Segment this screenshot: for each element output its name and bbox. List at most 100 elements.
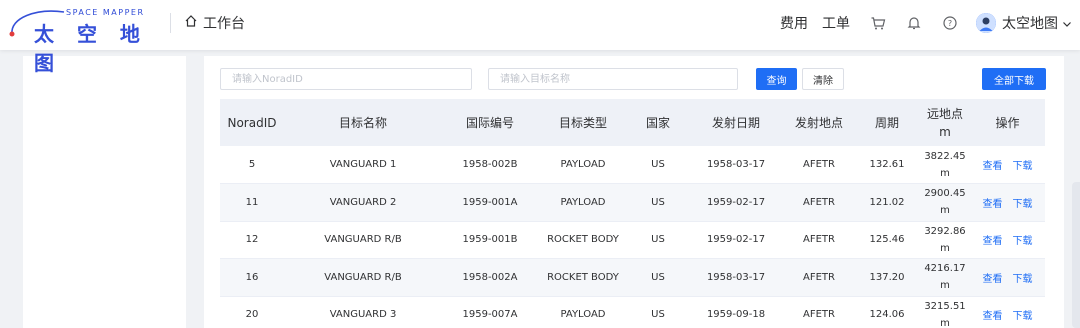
cell-launch-date: 1959-09-18 <box>688 296 784 328</box>
cell-norad-id: 5 <box>220 146 284 184</box>
cell-norad-id: 16 <box>220 258 284 297</box>
top-header: SPACE MAPPER 太 空 地 图 工作台 费用 工单 ? 太空地图 <box>0 0 1080 75</box>
col-launch-date: 发射日期 <box>688 99 784 146</box>
cell-norad-id: 11 <box>220 183 284 222</box>
cell-intl-id: 1958-002A <box>442 258 538 297</box>
table-body: 5 VANGUARD 1 1958-002B PAYLOAD US 1958-03-17 A… <box>220 146 1045 328</box>
cell-actions: 查看 下载 <box>970 146 1045 184</box>
view-link[interactable]: 查看 <box>983 236 1003 247</box>
download-link[interactable]: 下载 <box>1013 274 1033 285</box>
view-link[interactable]: 查看 <box>983 274 1003 285</box>
apogee-value: 4216.17 <box>924 263 966 275</box>
table-row: 20 VANGUARD 3 1959-007A PAYLOAD US 1959-09-18… <box>220 296 1045 328</box>
cell-target-name: VANGUARD R/B <box>284 221 442 259</box>
cell-period: 124.06 <box>854 296 920 328</box>
workspace-link[interactable]: 工作台 <box>184 13 245 33</box>
apogee-value: 3822.45 <box>924 150 966 162</box>
query-button[interactable]: 查询 <box>756 68 797 90</box>
table-header-row: NoradID 目标名称 国际编号 目标类型 国家 发射日期 发射地点 周期 远… <box>220 99 1045 146</box>
view-link[interactable]: 查看 <box>983 161 1003 172</box>
cell-apogee: 3215.51 m <box>920 296 970 328</box>
table-row: 12 VANGUARD R/B 1959-001B ROCKET BODY US 1959… <box>220 221 1045 259</box>
user-name[interactable]: 太空地图 <box>1002 13 1058 33</box>
cell-launch-site: AFETR <box>784 296 854 328</box>
cell-launch-date: 1958-03-17 <box>688 258 784 297</box>
table-row: 5 VANGUARD 1 1958-002B PAYLOAD US 1958-03-17 A… <box>220 146 1045 184</box>
cell-target-name: VANGUARD R/B <box>284 258 442 297</box>
cell-target-type: PAYLOAD <box>538 146 628 184</box>
cell-norad-id: 20 <box>220 296 284 328</box>
download-link[interactable]: 下载 <box>1013 161 1033 172</box>
col-country: 国家 <box>628 99 688 146</box>
cell-period: 132.61 <box>854 146 920 184</box>
cell-actions: 查看 下载 <box>970 258 1045 297</box>
download-link[interactable]: 下载 <box>1013 311 1033 322</box>
col-apogee-unit: m <box>939 124 951 139</box>
home-icon <box>184 14 198 32</box>
clear-button[interactable]: 清除 <box>802 68 844 90</box>
sidebar-panel <box>23 56 186 328</box>
help-icon[interactable]: ? <box>942 15 958 31</box>
workspace-label: 工作台 <box>203 16 245 32</box>
header-right: 费用 工单 ? 太空地图 <box>766 10 1072 36</box>
col-target-name: 目标名称 <box>284 99 442 146</box>
cell-actions: 查看 下载 <box>970 221 1045 259</box>
apogee-value: 3292.86 <box>924 225 966 237</box>
cell-intl-id: 1959-001A <box>442 183 538 222</box>
apogee-value: 3215.51 <box>924 300 966 312</box>
cell-target-name: VANGUARD 2 <box>284 183 442 222</box>
table-row: 11 VANGUARD 2 1959-001A PAYLOAD US 1959-02-17… <box>220 183 1045 222</box>
cell-apogee: 3822.45 m <box>920 146 970 184</box>
view-link[interactable]: 查看 <box>983 311 1003 322</box>
logo-title: 太 空 地 图 <box>34 22 148 75</box>
cell-launch-site: AFETR <box>784 183 854 222</box>
cell-intl-id: 1959-007A <box>442 296 538 328</box>
col-launch-site: 发射地点 <box>784 99 854 146</box>
download-link[interactable]: 下载 <box>1013 199 1033 210</box>
cell-apogee: 2900.45 m <box>920 183 970 222</box>
bell-icon[interactable] <box>906 15 922 31</box>
cell-launch-date: 1959-02-17 <box>688 221 784 259</box>
cell-target-name: VANGUARD 3 <box>284 296 442 328</box>
download-all-button[interactable]: 全部下载 <box>982 68 1046 90</box>
table-row: 16 VANGUARD R/B 1958-002A ROCKET BODY US 1958… <box>220 258 1045 297</box>
col-intl-id: 国际编号 <box>442 99 538 146</box>
col-norad-id: NoradID <box>220 99 284 146</box>
cell-period: 137.20 <box>854 258 920 297</box>
view-link[interactable]: 查看 <box>983 199 1003 210</box>
cell-country: US <box>628 221 688 259</box>
cell-country: US <box>628 183 688 222</box>
cell-launch-date: 1959-02-17 <box>688 183 784 222</box>
tickets-link[interactable]: 工单 <box>822 13 850 33</box>
col-target-type: 目标类型 <box>538 99 628 146</box>
cell-country: US <box>628 296 688 328</box>
logo[interactable]: SPACE MAPPER 太 空 地 图 <box>6 4 156 75</box>
col-apogee: 远地点 m <box>920 99 970 146</box>
cell-apogee: 3292.86 m <box>920 221 970 259</box>
cell-launch-site: AFETR <box>784 258 854 297</box>
cell-intl-id: 1959-001B <box>442 221 538 259</box>
target-name-input[interactable] <box>488 68 738 90</box>
fees-link[interactable]: 费用 <box>780 13 808 33</box>
avatar[interactable] <box>976 13 996 33</box>
apogee-unit: m <box>940 317 950 328</box>
cell-country: US <box>628 146 688 184</box>
logo-subtitle: SPACE MAPPER <box>66 8 145 17</box>
cart-icon[interactable] <box>870 15 886 31</box>
download-link[interactable]: 下载 <box>1013 236 1033 247</box>
cell-target-type: PAYLOAD <box>538 296 628 328</box>
chevron-down-icon[interactable] <box>1062 14 1072 33</box>
scrollbar[interactable] <box>1072 182 1080 328</box>
cell-launch-date: 1958-03-17 <box>688 146 784 184</box>
cell-target-type: ROCKET BODY <box>538 221 628 259</box>
norad-id-input[interactable] <box>220 68 472 90</box>
cell-intl-id: 1958-002B <box>442 146 538 184</box>
cell-norad-id: 12 <box>220 221 284 259</box>
cell-apogee: 4216.17 m <box>920 258 970 297</box>
cell-period: 121.02 <box>854 183 920 222</box>
header-divider <box>170 13 171 33</box>
satellite-table: NoradID 目标名称 国际编号 目标类型 国家 发射日期 发射地点 周期 远… <box>220 99 1045 328</box>
col-period: 周期 <box>854 99 920 146</box>
cell-period: 125.46 <box>854 221 920 259</box>
cell-launch-site: AFETR <box>784 146 854 184</box>
